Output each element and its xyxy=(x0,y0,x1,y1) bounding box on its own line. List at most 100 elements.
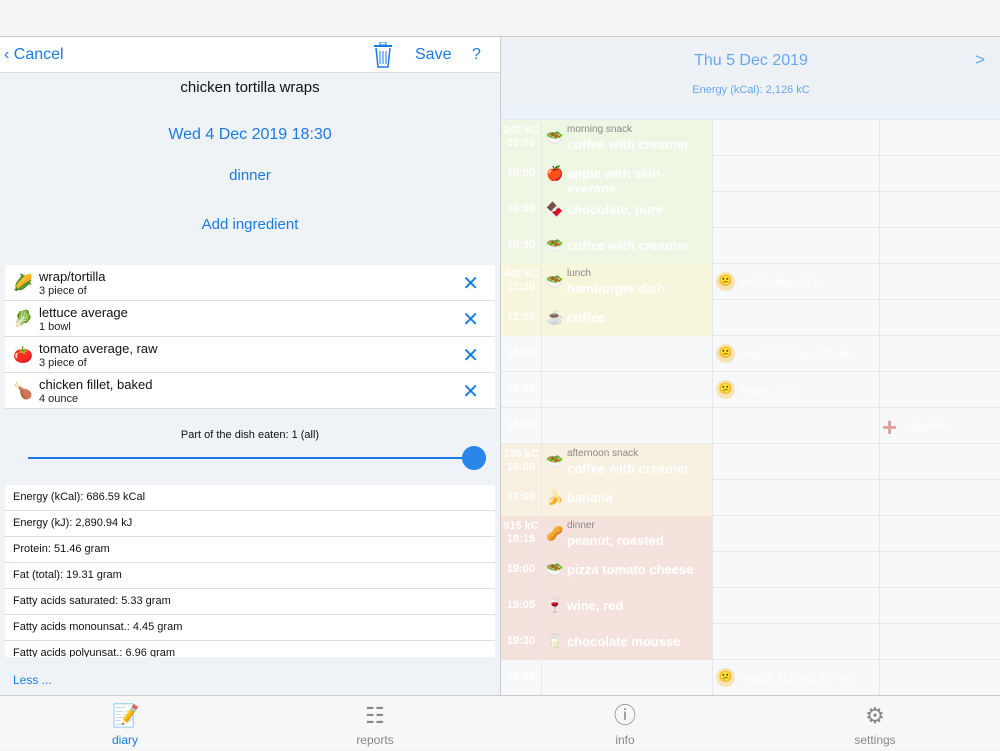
medicine-cell[interactable] xyxy=(879,516,1000,552)
food-cell[interactable]: 🍷 wine, red xyxy=(541,588,712,624)
help-button[interactable]: ? xyxy=(472,46,481,64)
entry-time: 10:30 xyxy=(506,203,536,215)
save-button[interactable]: Save xyxy=(415,46,451,64)
meal-button[interactable]: dinner xyxy=(0,167,500,184)
medicine-cell[interactable] xyxy=(879,264,1000,300)
diary-row[interactable]: 915 kC 18:15 🥜 dinner peanut, roasted xyxy=(501,516,1000,552)
tab-info[interactable]: ⓘ info xyxy=(500,696,750,751)
ingredient-item[interactable]: 🌽 wrap/tortilla 3 piece of ✕ xyxy=(5,265,495,301)
diary-row[interactable]: 10:30 🥗 coffee with creamer xyxy=(501,228,1000,264)
diary-row[interactable]: 19:30 🥛 chocolate mousse xyxy=(501,624,1000,660)
symptom-cell[interactable]: 😕 mouth itching, 30 min xyxy=(712,336,879,372)
symptom-cell[interactable]: 😕 mouth itching, 60 min xyxy=(712,660,879,695)
symptom-cell[interactable]: 😕 hives, 20 h xyxy=(712,372,879,408)
next-day-button[interactable]: > xyxy=(975,50,985,70)
medicine-cell[interactable] xyxy=(879,480,1000,516)
food-cell[interactable] xyxy=(541,408,712,444)
symptom-cell[interactable] xyxy=(712,228,879,264)
meal-label: afternoon snack xyxy=(567,448,639,459)
medicine-cell[interactable] xyxy=(879,192,1000,228)
time-cell: 19:00 xyxy=(501,552,541,588)
medicine-cell[interactable] xyxy=(879,444,1000,480)
tab-diary[interactable]: 📝 diary xyxy=(0,696,250,751)
symptom-cell[interactable] xyxy=(712,444,879,480)
nutrient-row: Fatty acids monounsat.: 4.45 gram xyxy=(5,615,495,641)
food-cell[interactable]: 🥗 pizza tomato cheese xyxy=(541,552,712,588)
remove-icon[interactable]: ✕ xyxy=(462,271,479,296)
dish-title[interactable]: chicken tortilla wraps xyxy=(0,79,500,96)
medicine-cell[interactable] xyxy=(879,336,1000,372)
symptom-cell[interactable] xyxy=(712,300,879,336)
remove-icon[interactable]: ✕ xyxy=(462,307,479,332)
less-link[interactable]: Less ... xyxy=(13,673,52,687)
remove-icon[interactable]: ✕ xyxy=(462,379,479,404)
food-cell[interactable] xyxy=(541,372,712,408)
diary-row[interactable]: 15:00 + aspirin xyxy=(501,408,1000,444)
tab-reports[interactable]: ☷ reports xyxy=(250,696,500,751)
medicine-cell[interactable] xyxy=(879,228,1000,264)
diary-row[interactable]: 242 kC 09:00 🥗 morning snack coffee with cre… xyxy=(501,120,1000,156)
symptom-cell[interactable] xyxy=(712,588,879,624)
dish-editor-panel: ‹ Cancel Save ? chicken tortilla wraps W… xyxy=(0,37,500,695)
medicine-cell[interactable] xyxy=(879,660,1000,695)
ingredient-item[interactable]: 🍗 chicken fillet, baked 4 ounce ✕ xyxy=(5,373,495,409)
remove-icon[interactable]: ✕ xyxy=(462,343,479,368)
food-cell[interactable]: 🥛 chocolate mousse xyxy=(541,624,712,660)
symptom-cell[interactable] xyxy=(712,480,879,516)
medicine-cell[interactable] xyxy=(879,624,1000,660)
diary-row[interactable]: 17:00 🍌 banana xyxy=(501,480,1000,516)
diary-row[interactable]: 13:00 😕 mouth itching, 30 min xyxy=(501,336,1000,372)
food-name: coffee with creamer xyxy=(567,137,690,152)
food-cell[interactable]: 🍎 apple with skin average xyxy=(541,156,712,196)
medicine-cell[interactable] xyxy=(879,120,1000,156)
ingredient-item[interactable]: 🥬 lettuce average 1 bowl ✕ xyxy=(5,301,495,337)
medicine-cell[interactable] xyxy=(879,156,1000,192)
cancel-button[interactable]: ‹ Cancel xyxy=(4,46,64,64)
food-cell[interactable]: 🥗 afternoon snack coffee with creamer xyxy=(541,444,712,480)
time-cell: 15:00 xyxy=(501,408,541,444)
symptom-cell[interactable] xyxy=(712,624,879,660)
tab-settings[interactable]: ⚙ settings xyxy=(750,696,1000,751)
diary-row[interactable]: 138 kC 16:00 🥗 afternoon snack coffee with c… xyxy=(501,444,1000,480)
symptom-cell[interactable] xyxy=(712,120,879,156)
food-cell[interactable]: 🍫 chocolate, pure xyxy=(541,192,712,228)
symptom-cell[interactable] xyxy=(712,192,879,228)
symptom-cell[interactable] xyxy=(712,156,879,192)
medicine-cell[interactable] xyxy=(879,552,1000,588)
diary-row[interactable]: 19:55 😕 mouth itching, 60 min xyxy=(501,660,1000,695)
diary-row[interactable]: 14:30 😕 hives, 20 h xyxy=(501,372,1000,408)
diary-row[interactable]: 10:30 🍫 chocolate, pure xyxy=(501,192,1000,228)
entry-time: 13:00 xyxy=(506,347,536,359)
food-cell[interactable]: 🥗 lunch hamburger dish xyxy=(541,264,712,300)
food-cell[interactable]: 🥗 coffee with creamer xyxy=(541,228,712,264)
diary-row[interactable]: 442 kC 12:30 🥗 lunch hamburger dish 😕 red bump… xyxy=(501,264,1000,300)
food-cell[interactable] xyxy=(541,660,712,695)
diary-row[interactable]: 19:00 🥗 pizza tomato cheese xyxy=(501,552,1000,588)
medicine-cell[interactable]: + aspirin xyxy=(879,408,1000,444)
trash-icon[interactable] xyxy=(372,42,394,68)
diary-row[interactable]: 19:05 🍷 wine, red xyxy=(501,588,1000,624)
food-cell[interactable]: 🥜 dinner peanut, roasted xyxy=(541,516,712,552)
ingredient-item[interactable]: 🍅 tomato average, raw 3 piece of ✕ xyxy=(5,337,495,373)
food-icon: 🥗 xyxy=(546,453,564,469)
medicine-cell[interactable] xyxy=(879,300,1000,336)
entry-time: 18:15 xyxy=(506,533,536,545)
add-ingredient-button[interactable]: Add ingredient xyxy=(0,216,500,233)
symptom-cell[interactable] xyxy=(712,516,879,552)
symptom-cell[interactable] xyxy=(712,408,879,444)
datetime-button[interactable]: Wed 4 Dec 2019 18:30 xyxy=(0,126,500,144)
diary-row[interactable]: 12:55 ☕ coffee xyxy=(501,300,1000,336)
medicine-cell[interactable] xyxy=(879,588,1000,624)
symptom-cell[interactable]: 😕 red bumps, 2 h xyxy=(712,264,879,300)
food-cell[interactable] xyxy=(541,336,712,372)
food-cell[interactable]: ☕ coffee xyxy=(541,300,712,336)
food-icon: 🥛 xyxy=(546,633,564,649)
food-icon: 🥗 xyxy=(546,237,564,253)
food-cell[interactable]: 🥗 morning snack coffee with creamer xyxy=(541,120,712,156)
slider-thumb[interactable] xyxy=(462,446,486,470)
diary-row[interactable]: 10:00 🍎 apple with skin average xyxy=(501,156,1000,196)
food-cell[interactable]: 🍌 banana xyxy=(541,480,712,516)
part-eaten-slider[interactable] xyxy=(28,457,474,459)
symptom-cell[interactable] xyxy=(712,552,879,588)
medicine-cell[interactable] xyxy=(879,372,1000,408)
